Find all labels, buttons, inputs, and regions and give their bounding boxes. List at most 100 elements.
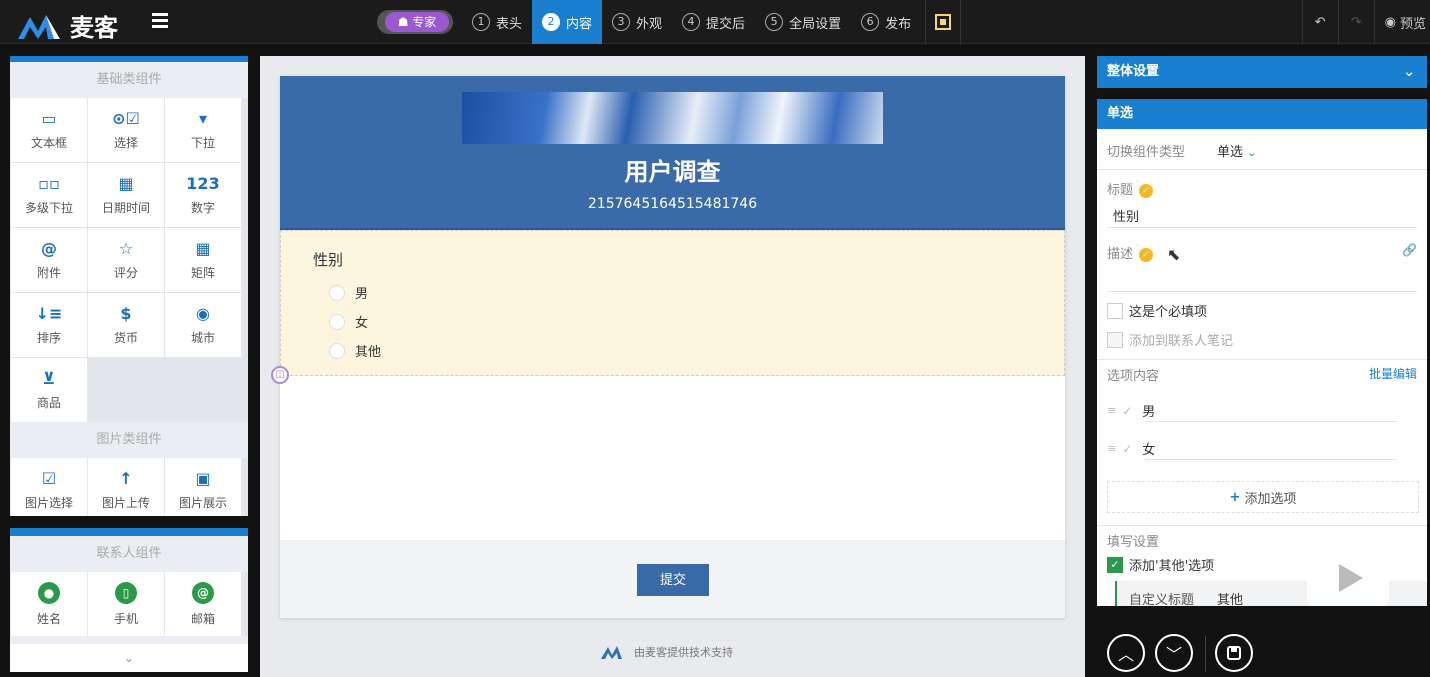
choice-icon: ⊙☑ [112, 109, 140, 128]
checkbox-checked-icon: ✓ [1107, 556, 1123, 573]
brand-logo[interactable]: 麦客 [16, 8, 118, 43]
custom-title-input[interactable]: 其他 [1217, 589, 1243, 607]
add-to-notes-checkbox[interactable]: 添加到联系人笔记 [1107, 330, 1233, 349]
tab-publish[interactable]: 6 发布 [851, 0, 921, 44]
title-input[interactable]: 性别 [1113, 206, 1139, 225]
save-button[interactable] [1215, 634, 1253, 672]
component-name[interactable]: ● 姓名 [11, 572, 87, 636]
image-components-grid: ☑ 图片选择 ↑ 图片上传 ▣ 图片展示 [10, 458, 248, 516]
tab-content[interactable]: 2 内容 [532, 0, 603, 44]
fill-settings-label: 填写设置 [1107, 535, 1160, 550]
drag-handle-icon[interactable]: ≡ [1107, 404, 1116, 417]
undo-icon: ↶ [1314, 14, 1326, 30]
image-choice-icon: ☑ [41, 469, 57, 488]
component-number[interactable]: 123 数字 [165, 163, 241, 227]
drag-handle-icon[interactable]: ◫ [271, 366, 289, 384]
component-textbox[interactable]: ▭ 文本框 [11, 98, 87, 162]
switch-type-select[interactable]: 单选 ⌄ [1217, 141, 1256, 160]
options-content-label: 选项内容 [1107, 369, 1160, 384]
multilevel-dropdown-icon: ▫▫ [38, 174, 60, 193]
component-image-upload[interactable]: ↑ 图片上传 [88, 458, 164, 516]
email-icon: @ [192, 581, 214, 604]
radio-icon [329, 284, 345, 301]
component-rating[interactable]: ☆ 评分 [88, 228, 164, 292]
overall-settings-header[interactable]: 整体设置 ⌄ [1097, 56, 1427, 88]
fullscreen-icon [935, 14, 952, 30]
component-choice[interactable]: ⊙☑ 选择 [88, 98, 164, 162]
fullscreen-button[interactable] [925, 0, 962, 44]
tab-appearance[interactable]: 3 外观 [602, 0, 672, 44]
matrix-icon: ▦ [195, 239, 211, 258]
bulk-edit-link[interactable]: 批量编辑 [1369, 365, 1417, 382]
drag-handle-icon[interactable]: ≡ [1107, 442, 1116, 455]
scroll-down-button[interactable]: ⌄ [10, 644, 248, 672]
divider [1145, 459, 1397, 460]
form-title: 用户调查 [624, 158, 721, 186]
move-up-button[interactable]: ︿ [1107, 634, 1145, 672]
component-currency[interactable]: $ 货币 [88, 293, 164, 357]
expert-mode-toggle[interactable]: ☗ 专家 [377, 10, 453, 34]
component-multilevel-dropdown[interactable]: ▫▫ 多级下拉 [11, 163, 87, 227]
component-matrix[interactable]: ▦ 矩阵 [165, 228, 241, 292]
undo-button[interactable]: ↶ [1301, 0, 1338, 44]
radio-option[interactable]: 其他 [329, 341, 381, 360]
number-icon: 123 [186, 174, 220, 193]
sort-icon: ↓≡ [35, 304, 63, 323]
component-phone[interactable]: ▯ 手机 [88, 572, 164, 636]
required-checkbox[interactable]: 这是个必填项 [1107, 301, 1207, 320]
radio-icon [329, 313, 345, 330]
component-sort[interactable]: ↓≡ 排序 [11, 293, 87, 357]
divider [1097, 359, 1427, 360]
component-image-display[interactable]: ▣ 图片展示 [165, 458, 241, 516]
redo-button[interactable]: ↷ [1337, 0, 1374, 44]
description-label: 描述 ✓ [1107, 243, 1154, 262]
move-down-button[interactable]: ﹀ [1155, 634, 1193, 672]
person-icon: ● [38, 581, 60, 604]
link-icon[interactable]: 🔗 [1402, 243, 1417, 257]
option-row[interactable]: ≡ ✓ 女 [1107, 439, 1397, 459]
component-datetime[interactable]: ▦ 日期时间 [88, 163, 164, 227]
textbox-icon: ▭ [41, 109, 57, 128]
checkbox-icon [1107, 331, 1123, 348]
image-display-icon: ▣ [195, 469, 211, 488]
form-header[interactable]: 用户调查 2157645164515481746 [280, 76, 1065, 230]
component-product[interactable]: ⊻ 商品 [11, 358, 87, 422]
option-row[interactable]: ≡ ✓ 男 [1107, 401, 1397, 421]
field-settings-header: 单选 [1097, 99, 1427, 129]
add-other-option-checkbox[interactable]: ✓ 添加'其他'选项 [1107, 555, 1214, 574]
question-block[interactable]: 性别 男 女 其他 [280, 230, 1065, 376]
basic-components-title: 基础类组件 [96, 72, 162, 87]
contact-components-grid: ● 姓名 ▯ 手机 @ 邮箱 [10, 572, 248, 636]
component-dropdown[interactable]: ▾ 下拉 [165, 98, 241, 162]
check-icon[interactable]: ✓ [1122, 442, 1132, 456]
chevron-down-icon: ⌄ [123, 650, 135, 666]
description-input-underline [1107, 291, 1417, 292]
divider [1205, 636, 1206, 672]
form-preview: 用户调查 2157645164515481746 性别 男 女 其他 ◫ 提交 [271, 76, 1065, 618]
top-bar: 麦客 ☗ 专家 1 表头 2 内容 3 外观 4 提交后 5 全局设置 6 发布 ↶ ↷ ◉… [0, 0, 1430, 44]
expert-badge-icon: ✓ [1139, 183, 1154, 198]
tab-global-settings[interactable]: 5 全局设置 [755, 0, 851, 44]
add-option-button[interactable]: + 添加选项 [1107, 481, 1419, 513]
toolbar-right: ↶ ↷ ◉ 预览 [1301, 0, 1430, 44]
cart-icon: ⊻ [42, 369, 56, 388]
preview-button[interactable]: ◉ 预览 [1373, 0, 1430, 44]
component-email[interactable]: @ 邮箱 [165, 572, 241, 636]
menu-icon[interactable] [152, 13, 168, 29]
video-play-overlay-icon[interactable] [1307, 548, 1389, 608]
maike-logo-icon [18, 14, 60, 39]
tab-header[interactable]: 1 表头 [462, 0, 532, 44]
switch-type-label: 切换组件类型 [1107, 145, 1186, 160]
chevron-up-icon: ︿ [1117, 645, 1134, 664]
check-icon[interactable]: ✓ [1122, 404, 1132, 418]
submit-button[interactable]: 提交 [637, 564, 709, 596]
divider [1097, 169, 1427, 170]
component-city[interactable]: ◉ 城市 [165, 293, 241, 357]
component-attachment[interactable]: @ 附件 [11, 228, 87, 292]
radio-option[interactable]: 男 [329, 283, 368, 302]
component-image-choice[interactable]: ☑ 图片选择 [11, 458, 87, 516]
dollar-icon: $ [120, 304, 132, 323]
tab-after-submit[interactable]: 4 提交后 [672, 0, 755, 44]
radio-option[interactable]: 女 [329, 312, 368, 331]
chevron-down-icon: ⌄ [1403, 64, 1415, 80]
